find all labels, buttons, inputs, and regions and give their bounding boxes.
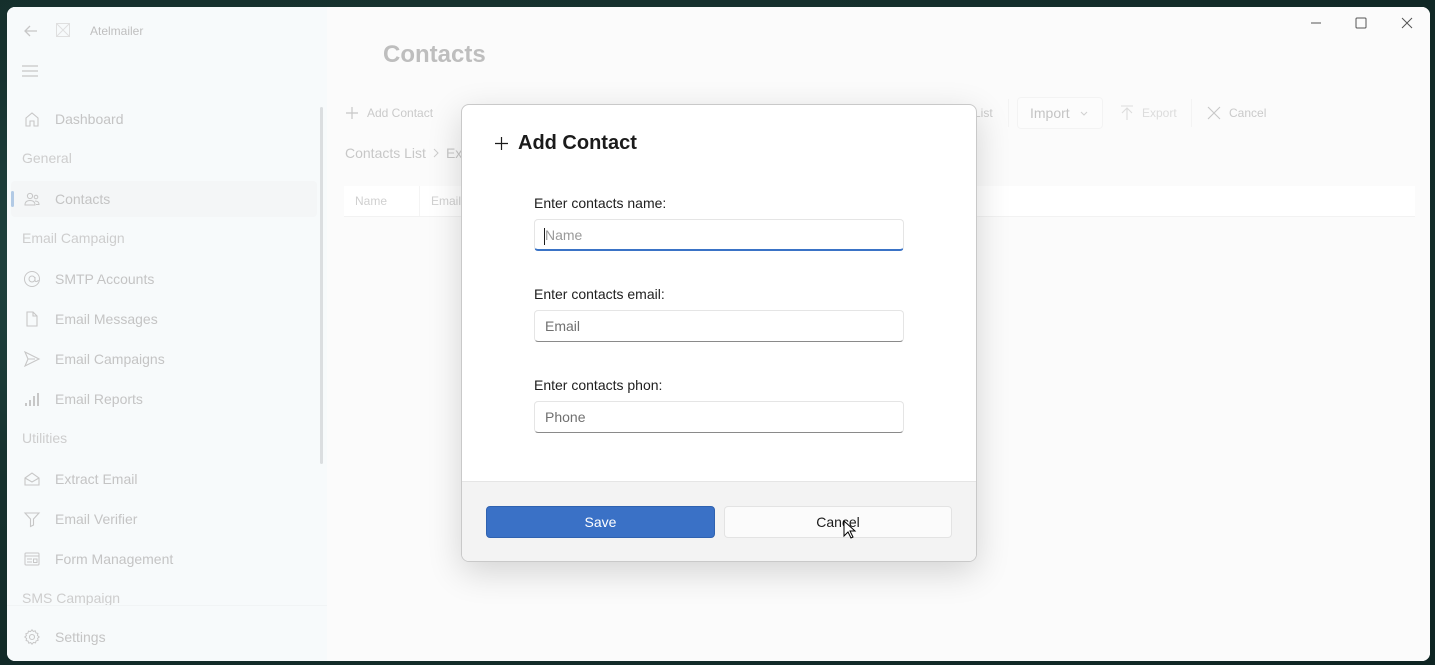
cancel-button[interactable]: Cancel	[724, 506, 952, 538]
plus-icon	[495, 137, 508, 150]
phone-field-label: Enter contacts phon:	[534, 377, 663, 393]
email-input[interactable]	[534, 310, 904, 342]
dialog-title: Add Contact	[494, 132, 637, 155]
mouse-pointer-icon	[843, 519, 857, 540]
text-caret	[544, 228, 545, 245]
name-input[interactable]	[534, 219, 904, 251]
save-button[interactable]: Save	[486, 506, 715, 538]
add-contact-dialog: Add Contact Enter contacts name: Enter c…	[461, 104, 977, 562]
app-window: Atelmailer Dashboard General Contacts Email…	[7, 7, 1430, 661]
dialog-footer: Save Cancel	[462, 481, 976, 561]
dialog-title-text: Add Contact	[518, 132, 637, 154]
email-field-label: Enter contacts email:	[534, 286, 665, 302]
name-field-label: Enter contacts name:	[534, 195, 667, 211]
phone-input[interactable]	[534, 401, 904, 433]
